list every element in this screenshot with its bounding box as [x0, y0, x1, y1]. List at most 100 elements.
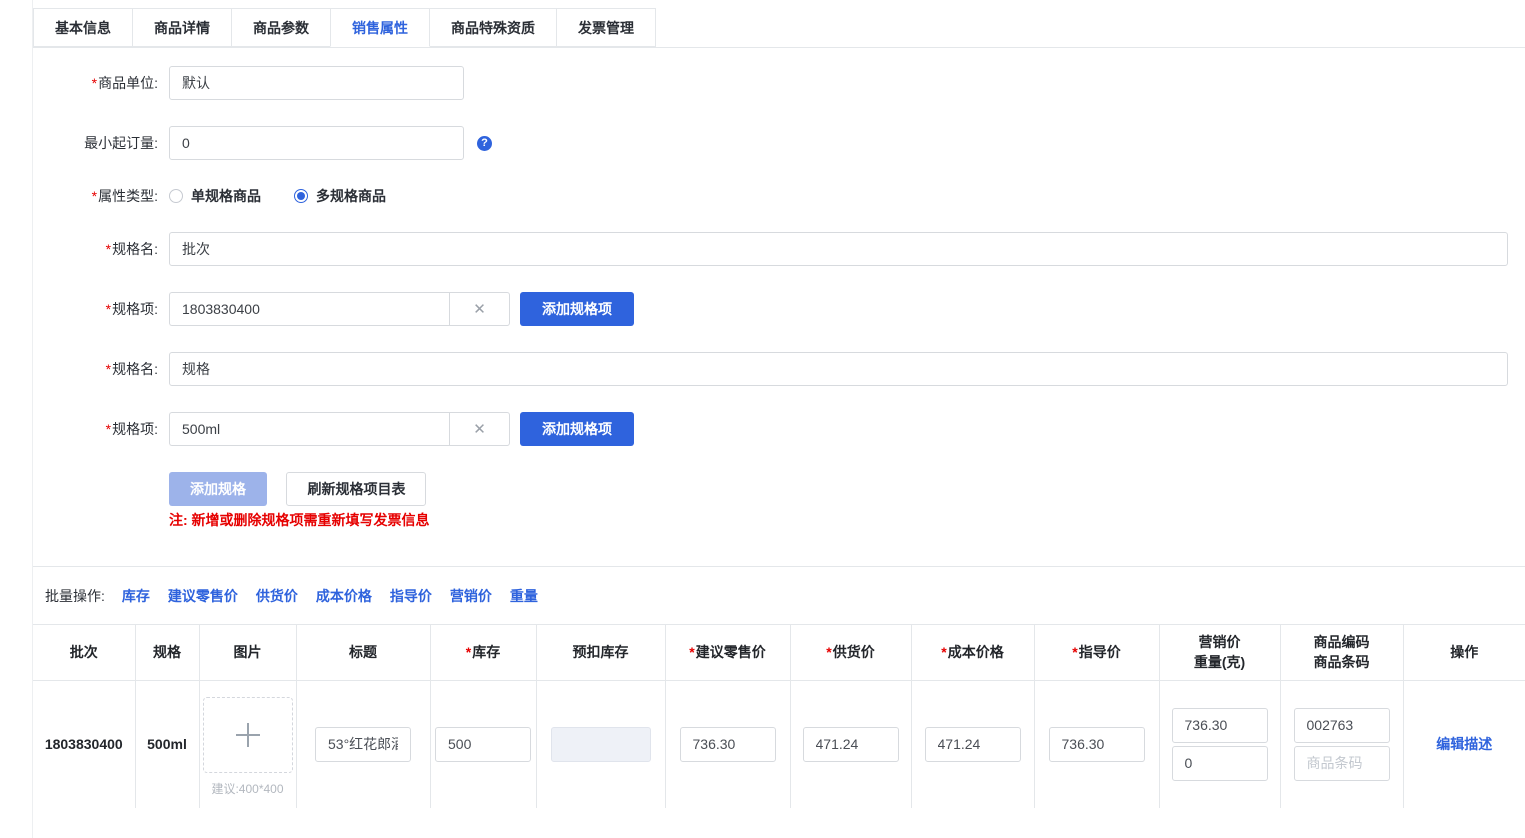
- cost-price-input[interactable]: [925, 727, 1021, 762]
- stock-input[interactable]: [435, 727, 531, 762]
- marketing-price-input[interactable]: [1172, 708, 1268, 743]
- barcode-input[interactable]: [1294, 746, 1390, 781]
- col-header-suggested-retail: *建议零售价: [665, 625, 790, 680]
- attr-type-label: *属性类型:: [33, 186, 158, 206]
- form-row-spec-item-1: *规格项: ✕ 添加规格项: [33, 292, 1525, 326]
- col-header-actions: 操作: [1403, 625, 1525, 680]
- bulk-action-supply-price[interactable]: 供货价: [256, 586, 298, 606]
- required-asterisk: *: [106, 301, 111, 317]
- spec-item-label: *规格项:: [33, 299, 158, 319]
- radio-multi-spec[interactable]: 多规格商品: [294, 186, 386, 206]
- spec-name-label: *规格名:: [33, 239, 158, 259]
- radio-checked-icon: [294, 189, 308, 203]
- add-spec-item-button-2[interactable]: 添加规格项: [520, 412, 634, 446]
- clear-spec-item-button-1[interactable]: ✕: [449, 292, 510, 326]
- help-icon[interactable]: ?: [477, 136, 492, 151]
- tab-bar: 基本信息 商品详情 商品参数 销售属性 商品特殊资质 发票管理: [33, 0, 1525, 48]
- weight-input[interactable]: [1172, 746, 1268, 781]
- refresh-spec-table-button[interactable]: 刷新规格项目表: [286, 472, 426, 506]
- required-asterisk: *: [106, 241, 111, 257]
- bulk-action-suggested-retail[interactable]: 建议零售价: [168, 586, 238, 606]
- form-row-unit: *商品单位:: [33, 66, 1525, 100]
- col-header-cost-price: *成本价格: [911, 625, 1034, 680]
- cell-title: [296, 680, 430, 808]
- spec-name-input-1[interactable]: [169, 232, 1508, 266]
- table-header-row: 批次 规格 图片 标题 *库存 预扣库存 *建议零售价 *供货价 *成本价格 *…: [33, 625, 1525, 680]
- required-asterisk: *: [92, 75, 97, 91]
- form-row-spec-name-1: *规格名:: [33, 232, 1525, 266]
- bulk-action-stock[interactable]: 库存: [122, 586, 150, 606]
- bulk-actions-label: 批量操作:: [45, 586, 105, 606]
- cell-guide-price: [1034, 680, 1159, 808]
- bulk-action-weight[interactable]: 重量: [510, 586, 538, 606]
- cell-cost-price: [911, 680, 1034, 808]
- add-spec-item-button-1[interactable]: 添加规格项: [520, 292, 634, 326]
- form-row-attr-type: *属性类型: 单规格商品 多规格商品: [33, 186, 1525, 206]
- col-header-guide-price: *指导价: [1034, 625, 1159, 680]
- cell-actions: 编辑描述: [1403, 680, 1525, 808]
- unit-input[interactable]: [169, 66, 464, 100]
- spec-item-input-2[interactable]: [169, 412, 449, 446]
- product-code-input[interactable]: [1294, 708, 1390, 743]
- min-order-label: 最小起订量:: [33, 133, 158, 153]
- close-icon: ✕: [473, 420, 486, 438]
- col-header-supply-price: *供货价: [790, 625, 911, 680]
- clear-spec-item-button-2[interactable]: ✕: [449, 412, 510, 446]
- required-asterisk: *: [106, 361, 111, 377]
- required-asterisk: *: [826, 644, 831, 660]
- spec-name-label: *规格名:: [33, 359, 158, 379]
- add-spec-button[interactable]: 添加规格: [169, 472, 267, 506]
- required-asterisk: *: [1072, 644, 1077, 660]
- guide-price-input[interactable]: [1049, 727, 1145, 762]
- required-asterisk: *: [106, 421, 111, 437]
- cell-batch: 1803830400: [33, 680, 135, 808]
- tab-special-qualification[interactable]: 商品特殊资质: [429, 8, 557, 47]
- radio-icon: [169, 189, 183, 203]
- col-header-image: 图片: [199, 625, 296, 680]
- supply-price-input[interactable]: [803, 727, 899, 762]
- required-asterisk: *: [466, 644, 471, 660]
- required-asterisk: *: [689, 644, 694, 660]
- edit-description-link[interactable]: 编辑描述: [1436, 736, 1492, 752]
- title-input[interactable]: [315, 727, 411, 762]
- form-row-spec-item-2: *规格项: ✕ 添加规格项: [33, 412, 1525, 446]
- spec-item-input-1[interactable]: [169, 292, 449, 326]
- tab-sales-attributes[interactable]: 销售属性: [330, 8, 430, 47]
- bulk-action-marketing-price[interactable]: 营销价: [450, 586, 492, 606]
- spec-name-input-2[interactable]: [169, 352, 1508, 386]
- bulk-action-guide-price[interactable]: 指导价: [390, 586, 432, 606]
- tab-product-params[interactable]: 商品参数: [231, 8, 331, 47]
- plus-icon: [236, 723, 260, 747]
- spec-item-label: *规格项:: [33, 419, 158, 439]
- col-header-stock: *库存: [430, 625, 536, 680]
- radio-single-spec[interactable]: 单规格商品: [169, 186, 261, 206]
- col-header-marketing-weight: 营销价重量(克): [1159, 625, 1280, 680]
- cell-suggested-retail: [665, 680, 790, 808]
- tab-product-detail[interactable]: 商品详情: [132, 8, 232, 47]
- suggested-retail-input[interactable]: [680, 727, 776, 762]
- product-edit-page: 基本信息 商品详情 商品参数 销售属性 商品特殊资质 发票管理 *商品单位: 最…: [32, 0, 1525, 838]
- required-asterisk: *: [941, 644, 946, 660]
- cell-marketing-weight: [1159, 680, 1280, 808]
- col-header-spec: 规格: [135, 625, 199, 680]
- cell-stock: [430, 680, 536, 808]
- form-row-spec-name-2: *规格名:: [33, 352, 1525, 386]
- spec-actions-row: 添加规格 刷新规格项目表: [169, 472, 1525, 506]
- tab-basic-info[interactable]: 基本信息: [33, 8, 133, 47]
- col-header-reserved-stock: 预扣库存: [536, 625, 665, 680]
- image-upload-button[interactable]: [203, 697, 293, 773]
- cell-image: 建议:400*400: [199, 680, 296, 808]
- tab-invoice-management[interactable]: 发票管理: [556, 8, 656, 47]
- min-order-input[interactable]: [169, 126, 464, 160]
- col-header-batch: 批次: [33, 625, 135, 680]
- cell-supply-price: [790, 680, 911, 808]
- cell-spec: 500ml: [135, 680, 199, 808]
- bulk-action-cost-price[interactable]: 成本价格: [316, 586, 372, 606]
- close-icon: ✕: [473, 300, 486, 318]
- spec-change-warning-note: 注: 新增或删除规格项需重新填写发票信息: [169, 510, 1525, 530]
- col-header-code-barcode: 商品编码商品条码: [1280, 625, 1403, 680]
- radio-multi-spec-label: 多规格商品: [316, 186, 386, 206]
- unit-label: *商品单位:: [33, 73, 158, 93]
- image-upload-hint: 建议:400*400: [200, 780, 296, 797]
- bulk-actions-bar: 批量操作: 库存 建议零售价 供货价 成本价格 指导价 营销价 重量: [33, 567, 1525, 625]
